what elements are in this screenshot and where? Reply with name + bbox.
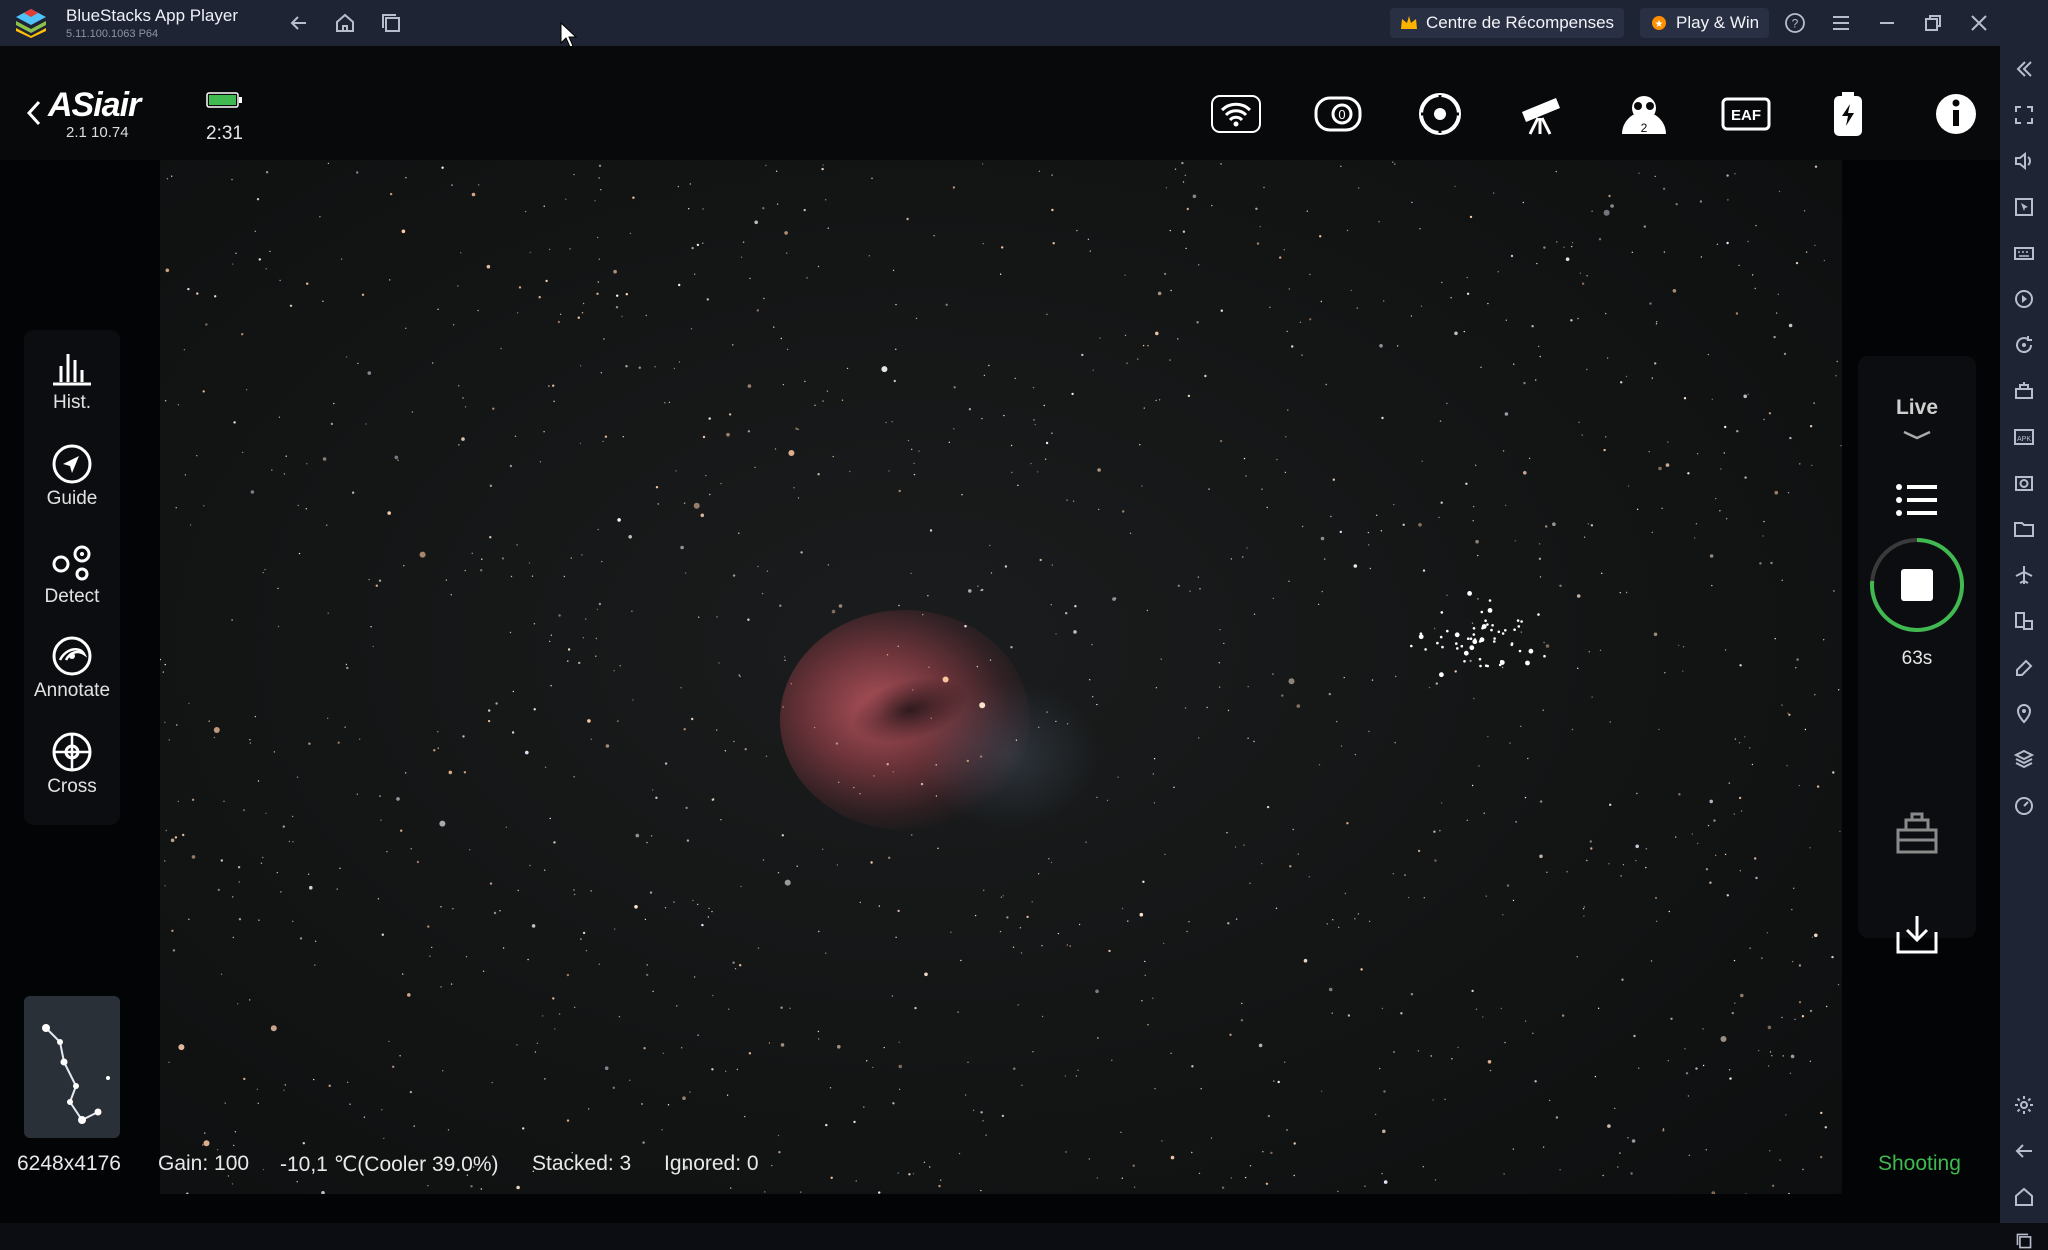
settings-gear-icon[interactable] bbox=[2013, 1094, 2035, 1116]
tool-histogram-label: Hist. bbox=[24, 392, 120, 414]
android-back-icon[interactable] bbox=[2013, 1140, 2035, 1162]
svg-text:0: 0 bbox=[1338, 107, 1345, 122]
guide-icon bbox=[49, 444, 95, 484]
guide-scope-icon[interactable] bbox=[1414, 90, 1466, 138]
multi-instance-sync-icon[interactable] bbox=[2013, 610, 2035, 632]
keyboard-icon[interactable] bbox=[2013, 242, 2035, 264]
bluestacks-sidebar: APK bbox=[2000, 46, 2048, 1223]
screenshot-icon[interactable] bbox=[2013, 472, 2035, 494]
window-title: BlueStacks App Player bbox=[66, 6, 238, 26]
window-titlebar: BlueStacks App Player 5.11.100.1063 P64 … bbox=[0, 0, 2048, 46]
tool-histogram[interactable]: Hist. bbox=[24, 348, 120, 414]
menu-icon[interactable] bbox=[1830, 12, 1852, 34]
tool-annotate[interactable]: Annotate bbox=[24, 636, 120, 702]
battery-icon bbox=[206, 92, 242, 108]
mouse-cursor-icon bbox=[560, 22, 578, 48]
chevron-down-icon[interactable] bbox=[1902, 428, 1932, 442]
app-topbar: ASiair 2.1 10.74 2:31 0 2 EAF bbox=[0, 46, 2000, 160]
constellation-thumbnail[interactable] bbox=[24, 996, 120, 1138]
info-icon[interactable] bbox=[1930, 90, 1982, 138]
tool-detect-label: Detect bbox=[24, 586, 120, 608]
svg-text:?: ? bbox=[1792, 17, 1799, 31]
status-gain: Gain: 100 bbox=[158, 1152, 249, 1176]
volume-icon[interactable] bbox=[2013, 150, 2035, 172]
window-version: 5.11.100.1063 P64 bbox=[66, 28, 158, 40]
play-win-button[interactable]: ★ Play & Win bbox=[1640, 8, 1769, 38]
app-version: 2.1 10.74 bbox=[66, 124, 129, 141]
apk-install-icon[interactable]: APK bbox=[2013, 426, 2035, 448]
crosshair-icon bbox=[49, 732, 95, 772]
telescope-icon[interactable] bbox=[1516, 90, 1568, 138]
left-tool-panel: Hist. Guide Detect Annotate Cross bbox=[24, 330, 120, 825]
svg-text:★: ★ bbox=[1655, 19, 1664, 30]
bottom-band bbox=[0, 1194, 2000, 1223]
svg-text:EAF: EAF bbox=[1731, 107, 1761, 124]
camera-icon[interactable]: 0 bbox=[1312, 90, 1364, 138]
list-icon[interactable] bbox=[1894, 480, 1940, 520]
coin-icon: ★ bbox=[1650, 15, 1668, 31]
detect-icon bbox=[49, 542, 95, 582]
collapse-sidebar-icon[interactable] bbox=[2013, 58, 2035, 80]
status-bar: 6248x4176 Gain: 100 -10,1 ℃(Cooler 39.0%… bbox=[0, 1144, 2000, 1184]
live-mode-label[interactable]: Live bbox=[1858, 396, 1976, 420]
macro-play-icon[interactable] bbox=[2013, 288, 2035, 310]
home-icon[interactable] bbox=[334, 12, 356, 34]
status-temperature: -10,1 ℃(Cooler 39.0%) bbox=[280, 1152, 499, 1177]
stop-capture-button[interactable] bbox=[1868, 536, 1966, 634]
tool-detect[interactable]: Detect bbox=[24, 542, 120, 608]
right-control-panel: Live 63s bbox=[1858, 356, 1976, 938]
status-ignored: Ignored: 0 bbox=[664, 1152, 759, 1176]
stack-tray-icon[interactable] bbox=[1894, 812, 1940, 856]
android-recents-icon[interactable] bbox=[2013, 1232, 2035, 1250]
status-stacked: Stacked: 3 bbox=[532, 1152, 631, 1176]
multi-instance-icon[interactable] bbox=[380, 12, 402, 34]
location-icon[interactable] bbox=[2013, 702, 2035, 724]
svg-text:2: 2 bbox=[1641, 121, 1648, 135]
svg-text:APK: APK bbox=[2017, 436, 2031, 443]
exposure-timer: 63s bbox=[1858, 648, 1976, 670]
download-icon[interactable] bbox=[1894, 912, 1940, 956]
rotate-icon[interactable] bbox=[2013, 334, 2035, 356]
wifi-icon[interactable] bbox=[1210, 90, 1262, 138]
tool-guide-label: Guide bbox=[24, 488, 120, 510]
restore-icon[interactable] bbox=[1922, 12, 1944, 34]
power-box-icon[interactable] bbox=[1822, 90, 1874, 138]
eaf-focuser-icon[interactable]: EAF bbox=[1720, 90, 1772, 138]
performance-icon[interactable] bbox=[2013, 794, 2035, 816]
game-controls-icon[interactable] bbox=[2013, 380, 2035, 402]
chevron-left-icon[interactable] bbox=[24, 98, 44, 128]
tool-cross[interactable]: Cross bbox=[24, 732, 120, 798]
layers-icon[interactable] bbox=[2013, 748, 2035, 770]
tool-cross-label: Cross bbox=[24, 776, 120, 798]
tool-annotate-label: Annotate bbox=[24, 680, 120, 702]
shooting-status: Shooting bbox=[1878, 1152, 1961, 1176]
pointer-lock-icon[interactable] bbox=[2013, 196, 2035, 218]
annotate-icon bbox=[49, 636, 95, 676]
fullscreen-icon[interactable] bbox=[2013, 104, 2035, 126]
star-field bbox=[160, 160, 1842, 1223]
rewards-center-button[interactable]: Centre de Récompenses bbox=[1390, 8, 1624, 38]
help-icon[interactable]: ? bbox=[1784, 12, 1806, 34]
airplane-mode-icon[interactable] bbox=[2013, 564, 2035, 586]
minimize-icon[interactable] bbox=[1876, 12, 1898, 34]
android-home-icon[interactable] bbox=[2013, 1186, 2035, 1208]
status-resolution: 6248x4176 bbox=[17, 1152, 121, 1176]
close-icon[interactable] bbox=[1968, 12, 1990, 34]
histogram-icon bbox=[49, 348, 95, 388]
rewards-center-label: Centre de Récompenses bbox=[1426, 13, 1614, 32]
filter-wheel-icon[interactable]: 2 bbox=[1618, 90, 1670, 138]
bluestacks-logo-icon bbox=[14, 7, 48, 39]
app-logo: ASiair bbox=[48, 86, 140, 125]
play-win-label: Play & Win bbox=[1676, 13, 1759, 32]
android-screen: ASiair 2.1 10.74 2:31 0 2 EAF Hist. Guid… bbox=[0, 46, 2000, 1223]
stop-icon bbox=[1901, 569, 1933, 601]
live-image-view[interactable] bbox=[160, 160, 1842, 1223]
back-arrow-icon[interactable] bbox=[288, 12, 310, 34]
constellation-icon bbox=[24, 996, 120, 1138]
tool-guide[interactable]: Guide bbox=[24, 444, 120, 510]
crown-icon bbox=[1400, 15, 1418, 31]
folder-icon[interactable] bbox=[2013, 518, 2035, 540]
eraser-icon[interactable] bbox=[2013, 656, 2035, 678]
battery-time: 2:31 bbox=[206, 123, 243, 145]
